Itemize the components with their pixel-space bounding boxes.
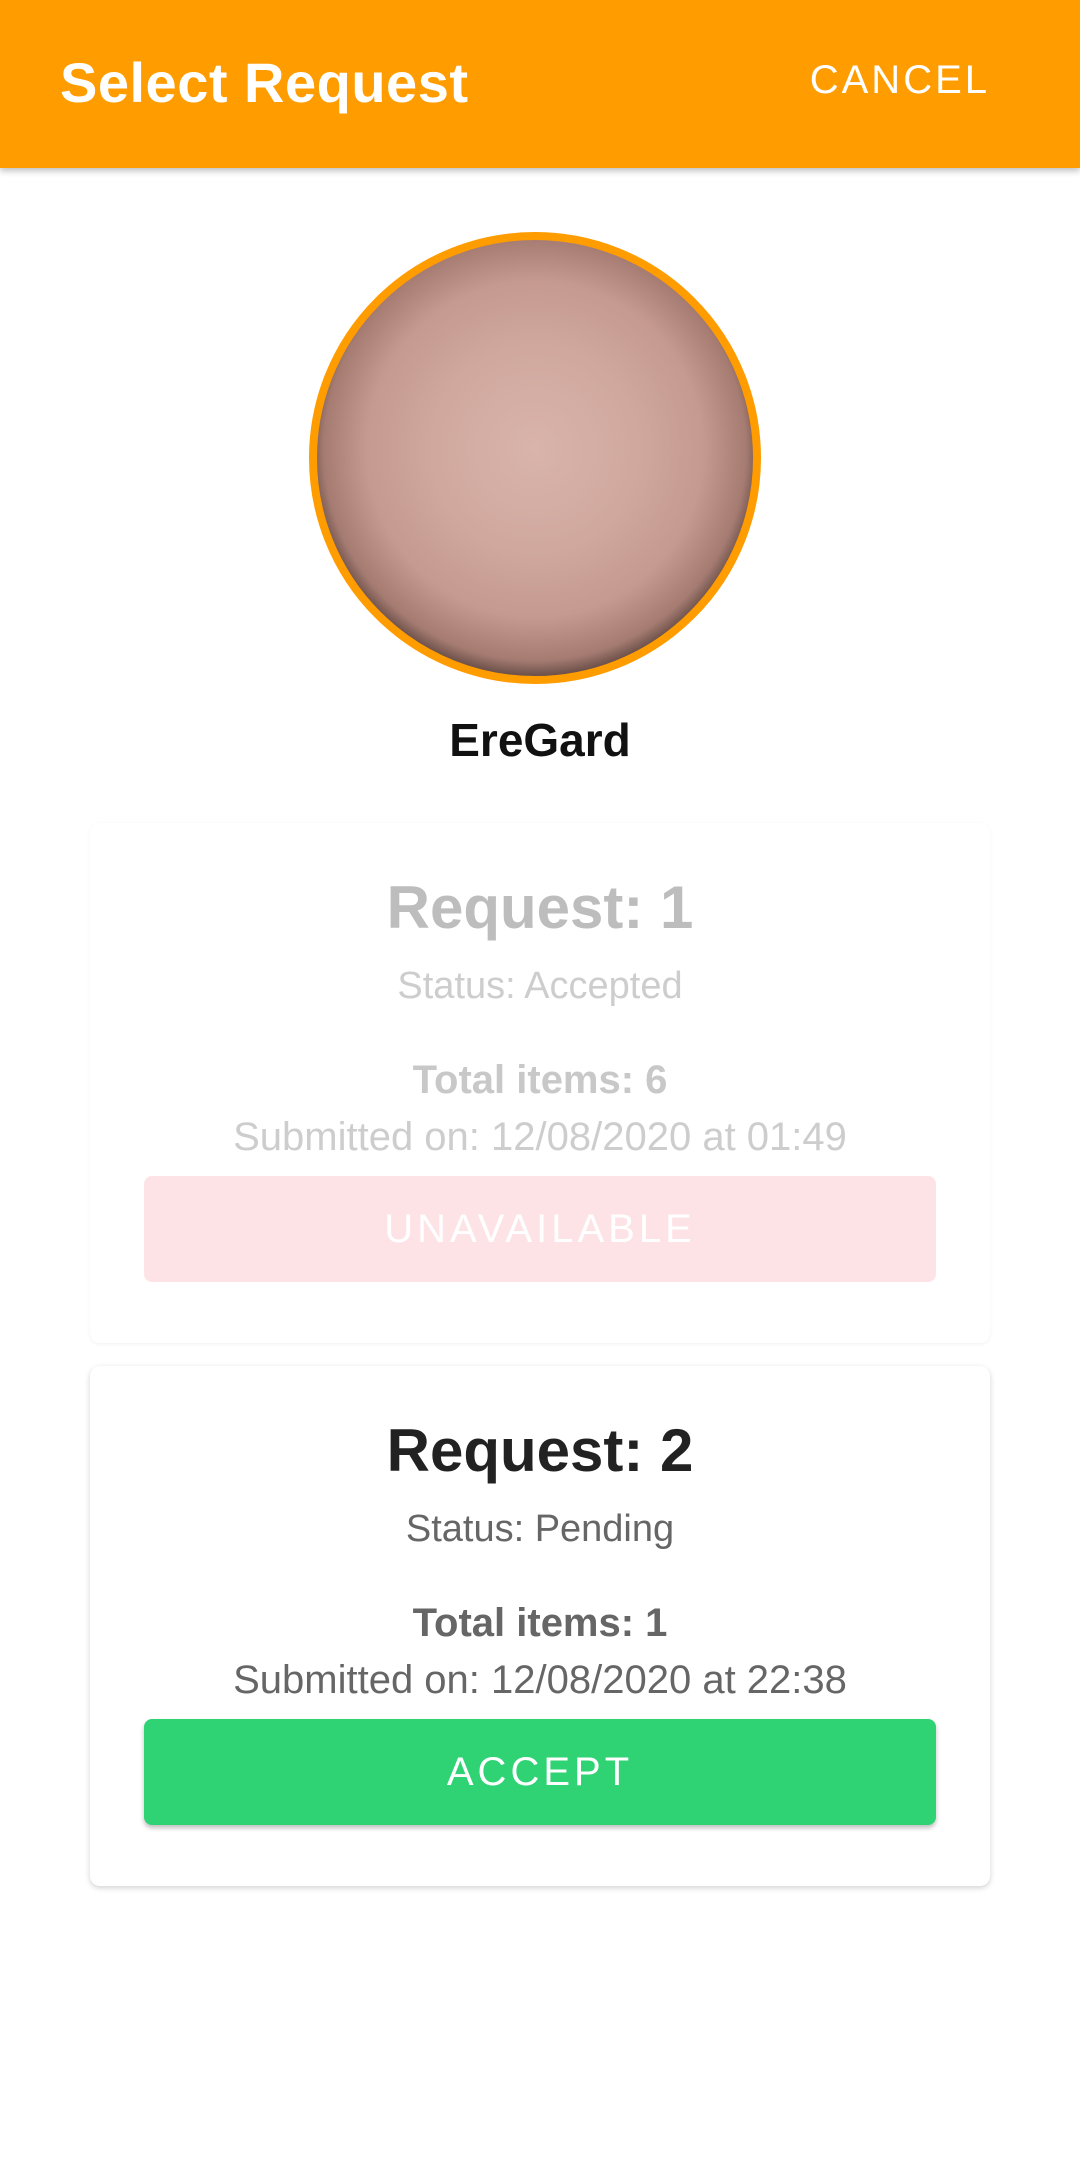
request-title: Request: 2 <box>386 1417 694 1484</box>
request-total-items: Total items: 6 <box>412 1058 668 1102</box>
avatar <box>309 232 761 684</box>
unavailable-button: UNAVAILABLE <box>144 1176 936 1282</box>
request-status: Status: Pending <box>405 1508 675 1550</box>
request-status: Status: Accepted <box>397 965 683 1007</box>
request-card-2: Request: 2 Status: Pending Total items: … <box>90 1366 990 1886</box>
accept-button[interactable]: ACCEPT <box>144 1719 936 1825</box>
app-bar: Select Request CANCEL <box>0 0 1080 168</box>
cancel-button[interactable]: CANCEL <box>810 58 990 103</box>
user-avatar-image <box>317 240 753 676</box>
request-card-1: Request: 1 Status: Accepted Total items:… <box>90 823 990 1343</box>
request-submitted-date: Submitted on: 12/08/2020 at 01:49 <box>233 1115 847 1159</box>
username: EreGard <box>449 714 631 766</box>
request-total-items: Total items: 1 <box>412 1601 668 1645</box>
request-submitted-date: Submitted on: 12/08/2020 at 22:38 <box>233 1658 847 1702</box>
page-title: Select Request <box>60 51 469 114</box>
request-title: Request: 1 <box>386 874 694 941</box>
